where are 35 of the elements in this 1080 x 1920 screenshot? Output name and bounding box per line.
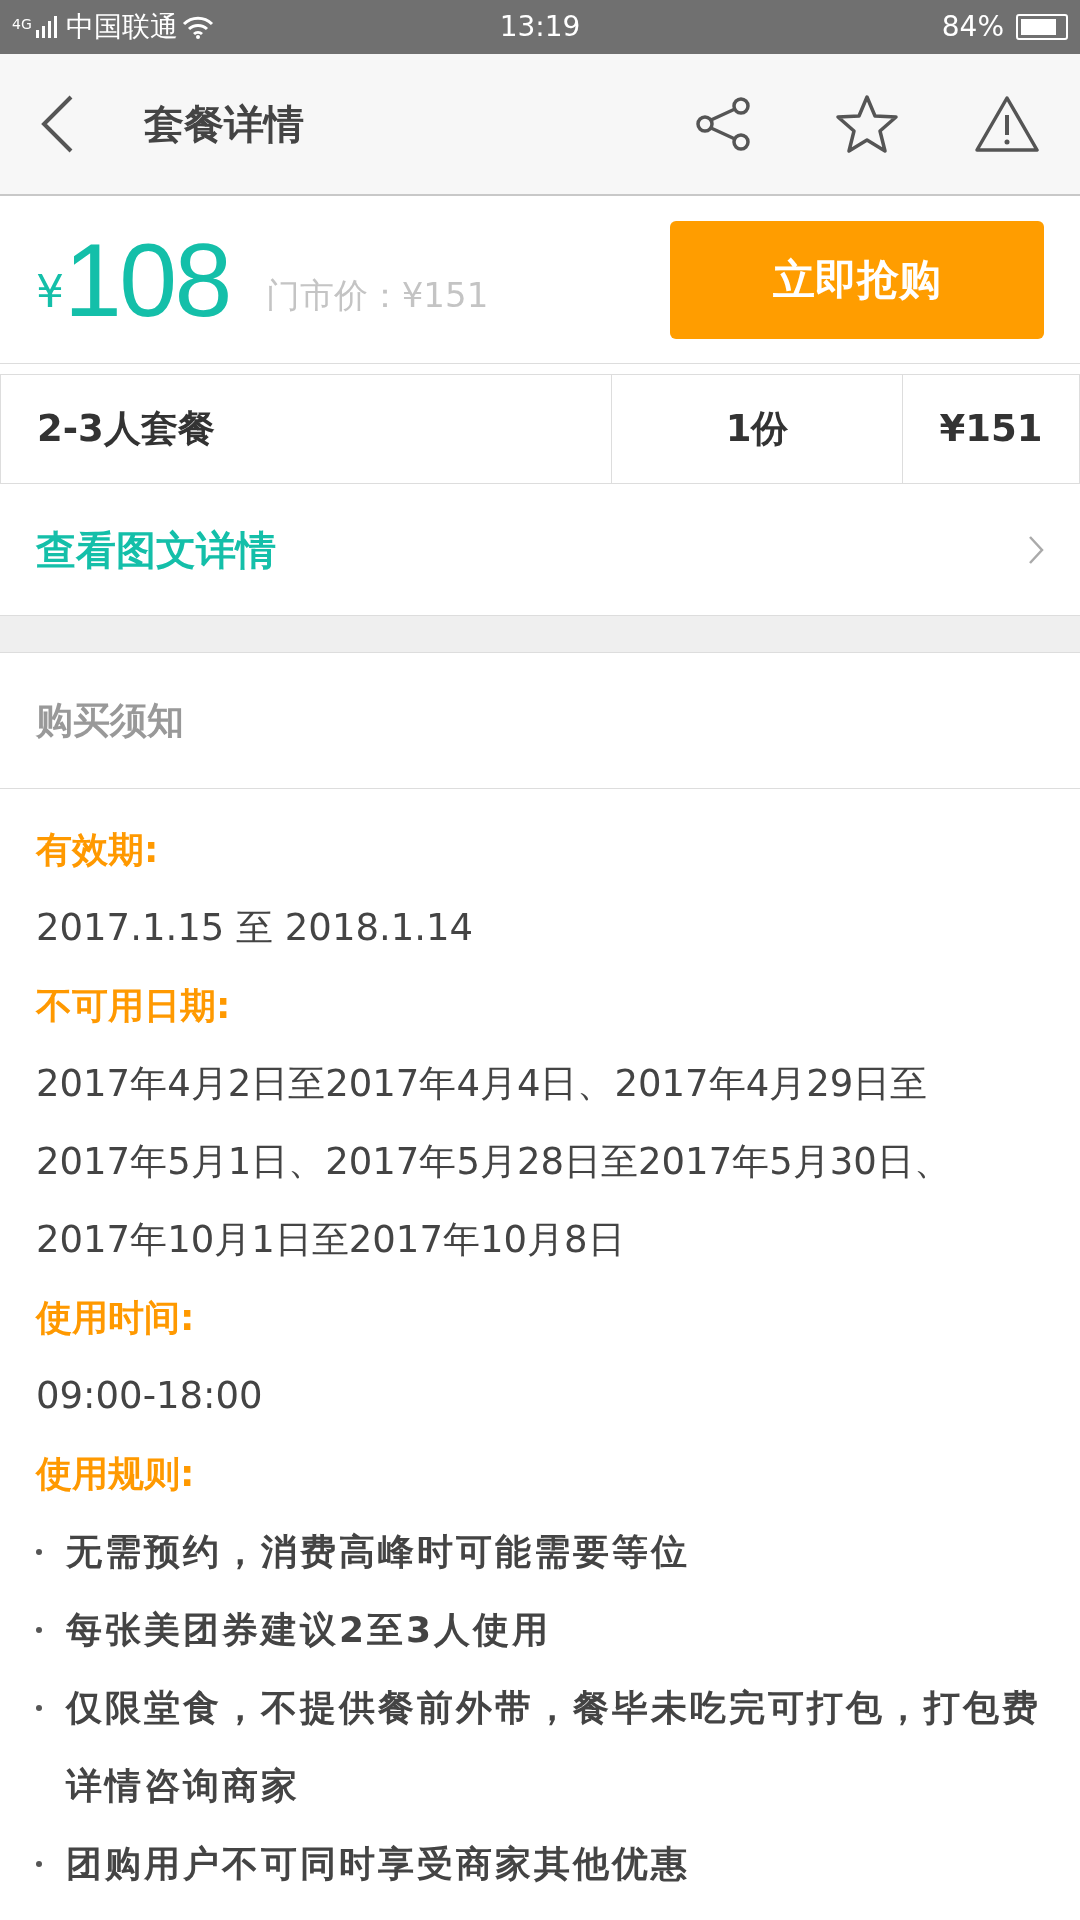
notice-text: 2017.1.15 至 2018.1.14 bbox=[36, 905, 475, 951]
clock: 13:19 bbox=[498, 9, 582, 45]
notice-heading: 使用时间: bbox=[36, 1296, 196, 1340]
original-price: 门市价：¥151 bbox=[265, 274, 490, 317]
carrier-name: 中国联通 bbox=[65, 9, 178, 45]
notice-rule: 仅限堂食，不提供餐前外带，餐毕未吃完可打包，打包费详情咨询商家 bbox=[66, 1686, 1042, 1808]
package-quantity: 1份 bbox=[612, 375, 903, 483]
wifi-icon bbox=[181, 15, 214, 39]
warning-icon[interactable] bbox=[974, 95, 1040, 153]
battery-percent: 84% bbox=[941, 9, 1004, 45]
notice-text: 09:00-18:00 bbox=[36, 1373, 264, 1419]
bullet-icon bbox=[36, 1705, 42, 1711]
package-price: ¥151 bbox=[903, 375, 1080, 483]
back-icon[interactable] bbox=[40, 95, 74, 153]
notice-heading: 使用规则: bbox=[36, 1452, 196, 1496]
notice-rule: 无需预约，消费高峰时可能需要等位 bbox=[66, 1530, 690, 1574]
battery-icon bbox=[1016, 14, 1068, 40]
currency-symbol: ¥ bbox=[36, 264, 64, 319]
notice-heading: 不可用日期: bbox=[36, 984, 232, 1028]
bullet-icon bbox=[36, 1549, 42, 1555]
network-type: 4G bbox=[12, 15, 32, 34]
page-title: 套餐详情 bbox=[144, 100, 305, 149]
package-name: 2-3人套餐 bbox=[0, 375, 612, 483]
bullet-icon bbox=[36, 1627, 42, 1633]
notice-heading: 有效期: bbox=[36, 828, 160, 872]
notice-rule: 团购用户不可同时享受商家其他优惠 bbox=[66, 1842, 690, 1886]
signal-icon bbox=[35, 16, 58, 38]
buy-now-button[interactable]: 立即抢购 bbox=[670, 220, 1044, 339]
notice-text: 2017年4月2日至2017年4月4日、2017年4月29日至2017年5月1日、2017年5月28日至2017年5月30日、2017年10月1日至2017年10月8日 bbox=[36, 1061, 952, 1263]
deal-price: 108 bbox=[64, 227, 230, 332]
bullet-icon bbox=[36, 1861, 42, 1867]
section-title: 购买须知 bbox=[36, 697, 184, 744]
notice-rule: 每张美团券建议2至3人使用 bbox=[66, 1608, 552, 1652]
chevron-right-icon bbox=[1028, 534, 1044, 565]
star-icon[interactable] bbox=[835, 94, 899, 154]
